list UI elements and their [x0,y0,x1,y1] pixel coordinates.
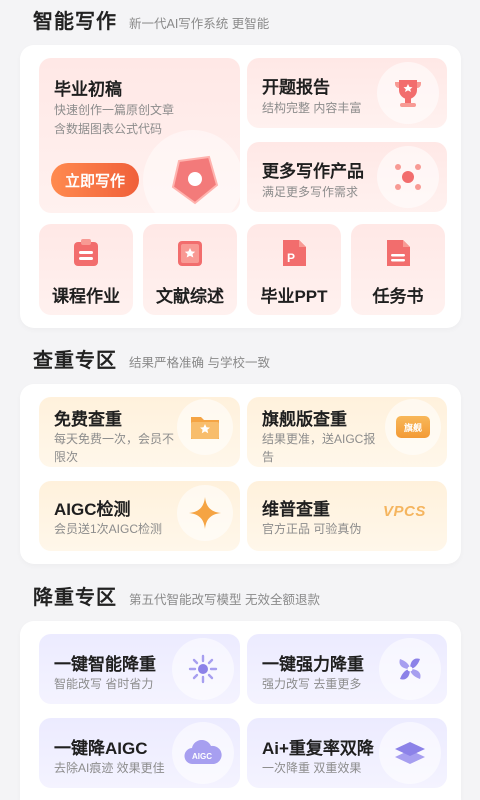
document-icon [387,240,410,266]
double-reduce-card[interactable]: Ai+重复率双降 一次降重 双重效果 [247,718,447,788]
card-desc: 每天免费一次，会员不 [54,432,175,446]
section-title: 查重专区 [33,350,117,372]
literature-review-card[interactable]: 文献综述 [143,224,237,315]
grid-dots-icon [377,146,439,208]
writing-panel: 毕业初稿 快速创作一篇原创文章 含数据图表公式代码 立即写作 开题报告 结构完整… [20,45,461,328]
trophy-icon [377,62,439,124]
layers-icon [379,722,441,784]
coursework-card[interactable]: 课程作业 [39,224,133,315]
task-book-card[interactable]: 任务书 [351,224,445,315]
card-label: 任务书 [372,287,424,306]
card-desc: 官方正品 可验真伪 [262,522,362,536]
card-desc: 智能改写 省时省力 [54,677,154,691]
card-label: 课程作业 [52,287,120,306]
reduce-section-header: 降重专区 第五代智能改写模型 无效全额退款 [33,581,320,610]
card-title: 旗舰版查重 [262,410,347,429]
card-desc: 会员送1次AIGC检测 [54,522,163,536]
burst-icon [172,638,234,700]
card-label: 文献综述 [156,287,224,306]
vip-check-card[interactable]: 维普查重 官方正品 可验真伪 VPCS [247,481,447,551]
more-products-card[interactable]: 更多写作产品 满足更多写作需求 [247,142,447,212]
graduation-ppt-card[interactable]: P 毕业PPT [247,224,341,315]
section-subtitle: 第五代智能改写模型 无效全额退款 [129,593,320,607]
smart-reduce-card[interactable]: 一键智能降重 智能改写 省时省力 [39,634,240,704]
reduce-panel: 一键智能降重 智能改写 省时省力 一键强力降重 强力改写 去重更多 一键降AIG… [20,621,461,800]
free-check-card[interactable]: 免费查重 每天免费一次，会员不 限次 [39,397,240,467]
aigc-logo-text: AIGC [192,752,212,761]
reduce-aigc-card[interactable]: 一键降AIGC 去除AI痕迹 效果更佳 AIGC [39,718,240,788]
card-title: Ai+重复率双降 [262,739,374,758]
card-desc: 满足更多写作需求 [262,185,359,199]
draft-card[interactable]: 毕业初稿 快速创作一篇原创文章 含数据图表公式代码 立即写作 [39,58,240,213]
pen-nib-icon [171,155,219,205]
card-title: 一键降AIGC [54,739,148,758]
card-title: 更多写作产品 [262,162,364,181]
flagship-check-card[interactable]: 旗舰版查重 结果更准，送AIGC报 告 旗舰 [247,397,447,467]
card-desc: 快速创作一篇原创文章 [54,103,175,117]
card-desc: 强力改写 去重更多 [262,677,362,691]
svg-text:P: P [287,251,295,265]
ppt-icon: P [283,240,306,266]
card-desc: 结果更准，送AIGC报 [262,432,376,446]
power-reduce-card[interactable]: 一键强力降重 强力改写 去重更多 [247,634,447,704]
section-title: 智能写作 [33,11,117,33]
pinwheel-icon [379,638,441,700]
section-title: 降重专区 [33,587,117,609]
check-section-header: 查重专区 结果严格准确 与学校一致 [33,344,270,373]
card-title: 毕业初稿 [54,80,122,99]
badge-text: 旗舰 [396,416,430,438]
card-label: 毕业PPT [260,287,328,306]
card-desc: 一次降重 双重效果 [262,761,362,775]
card-desc: 限次 [54,450,79,464]
writing-section-header: 智能写作 新一代AI写作系统 更智能 [33,5,269,34]
flagship-badge-icon: 旗舰 [385,399,441,455]
aigc-cloud-icon: AIGC [172,722,234,784]
sparkle-icon [177,485,233,541]
card-desc: 去除AI痕迹 效果更佳 [54,761,165,775]
folder-star-icon [177,399,233,455]
card-title: AIGC检测 [54,500,131,519]
clipboard-icon [74,239,98,266]
card-title: 一键强力降重 [262,655,364,674]
card-desc: 结构完整 内容丰富 [262,101,362,115]
card-title: 维普查重 [262,500,330,519]
check-panel: 免费查重 每天免费一次，会员不 限次 旗舰版查重 结果更准，送AIGC报 告 旗… [20,384,461,564]
book-star-icon [178,241,202,266]
card-title: 开题报告 [262,78,330,97]
write-now-button[interactable]: 立即写作 [51,163,139,197]
card-desc: 含数据图表公式代码 [54,122,163,136]
card-title: 免费查重 [54,410,122,429]
card-desc: 告 [262,450,275,464]
vpcs-logo-icon: VPCS [383,503,426,520]
section-subtitle: 新一代AI写作系统 更智能 [129,17,270,31]
section-subtitle: 结果严格准确 与学校一致 [129,356,270,370]
aigc-detect-card[interactable]: AIGC检测 会员送1次AIGC检测 [39,481,240,551]
proposal-card[interactable]: 开题报告 结构完整 内容丰富 [247,58,447,128]
card-title: 一键智能降重 [54,655,156,674]
